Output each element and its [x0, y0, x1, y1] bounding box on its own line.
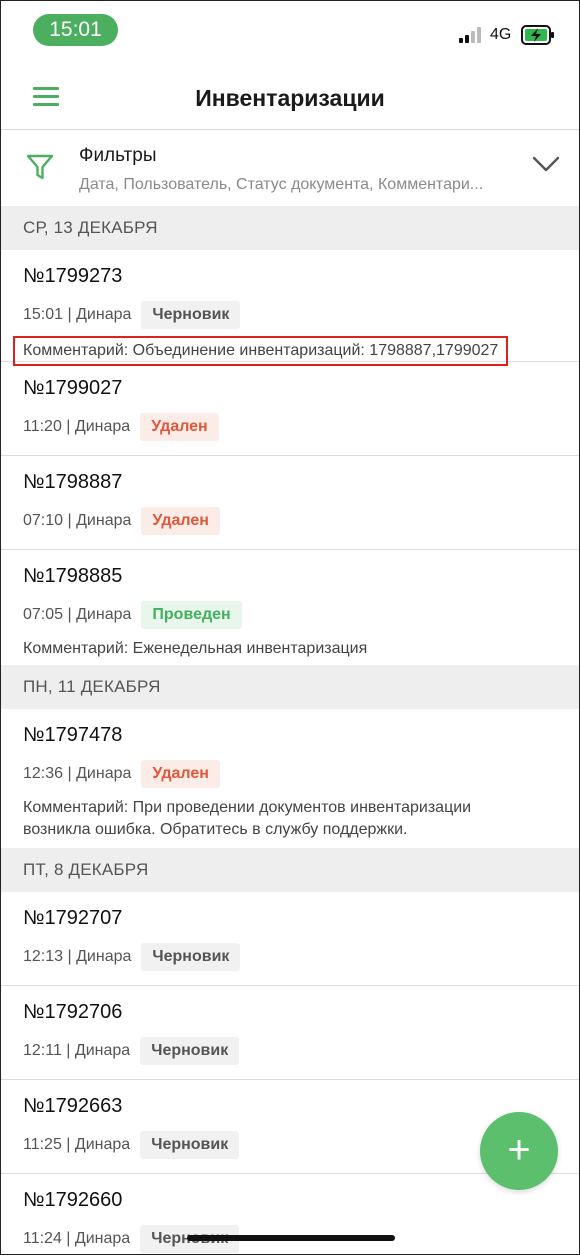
list-item[interactable]: №1797478 12:36 | Динара Удален Комментар… [1, 709, 579, 848]
filters-panel[interactable]: Фильтры Дата, Пользователь, Статус докум… [1, 130, 579, 206]
doc-comment-line: Комментарий: При проведении документов и… [23, 799, 472, 816]
battery-charging-icon [521, 25, 554, 45]
list-item[interactable]: №1799027 11:20 | Динара Удален [1, 362, 579, 456]
add-inventory-button[interactable]: + [480, 1112, 558, 1190]
doc-meta: 07:05 | Динара Проведен [23, 600, 557, 630]
page-title: Инвентаризации [195, 85, 385, 111]
inventory-list: СР, 13 ДЕКАБРЯ №1799273 15:01 | Динара Ч… [1, 206, 579, 1254]
status-badge: Удален [141, 507, 220, 535]
plus-icon: + [507, 1128, 531, 1172]
status-badge: Удален [141, 760, 220, 788]
doc-meta: 07:10 | Динара Удален [23, 506, 557, 536]
app-header: Инвентаризации [1, 61, 579, 130]
list-item[interactable]: №1799273 15:01 | Динара Черновик Коммент… [1, 250, 579, 366]
doc-time-user: 12:13 | Динара [23, 948, 132, 965]
doc-meta: 15:01 | Динара Черновик [23, 300, 557, 330]
status-bar: 15:01 4G [1, 1, 579, 61]
status-time: 15:01 [33, 14, 118, 46]
doc-number: №1799273 [23, 265, 123, 287]
home-indicator [187, 1235, 395, 1241]
list-item[interactable]: №1792706 12:11 | Динара Черновик [1, 986, 579, 1080]
network-type: 4G [490, 26, 512, 43]
date-header: ПН, 11 ДЕКАБРЯ [1, 665, 579, 709]
doc-number: №1792707 [23, 907, 123, 929]
doc-time-user: 11:20 | Динара [23, 418, 131, 435]
status-badge: Удален [140, 413, 219, 441]
list-item[interactable]: №1798885 07:05 | Динара Проведен Коммент… [1, 550, 579, 665]
doc-time-user: 15:01 | Динара [23, 306, 132, 323]
status-badge: Черновик [140, 1131, 240, 1159]
date-header: ПТ, 8 ДЕКАБРЯ [1, 848, 579, 892]
doc-number: №1792663 [23, 1095, 123, 1117]
doc-number: №1792660 [23, 1189, 123, 1211]
doc-number: №1798885 [23, 565, 123, 587]
doc-comment: Комментарий: При проведении документов и… [23, 797, 557, 851]
doc-comment-line: возникла ошибка. Обратитесь в службу под… [23, 821, 408, 838]
doc-time-user: 11:24 | Динара [23, 1230, 131, 1247]
list-item[interactable]: №1792707 12:13 | Динара Черновик [1, 892, 579, 986]
doc-number: №1792706 [23, 1001, 123, 1023]
status-badge: Черновик [141, 301, 241, 329]
doc-number: №1797478 [23, 724, 123, 746]
doc-time-user: 07:10 | Динара [23, 512, 132, 529]
chevron-down-icon[interactable] [532, 155, 560, 173]
status-badge: Проведен [141, 601, 242, 629]
list-item[interactable]: №1798887 07:10 | Динара Удален [1, 456, 579, 550]
doc-time-user: 12:36 | Динара [23, 765, 132, 782]
status-badge: Черновик [140, 1037, 240, 1065]
doc-time-user: 07:05 | Динара [23, 606, 132, 623]
filter-icon [26, 154, 54, 180]
signal-icon [459, 27, 485, 43]
doc-number: №1799027 [23, 377, 123, 399]
doc-meta: 11:25 | Динара Черновик [23, 1130, 557, 1160]
status-badge: Черновик [141, 943, 241, 971]
doc-meta: 12:36 | Динара Удален [23, 759, 557, 789]
doc-comment: Комментарий: Еженедельная инвентаризация [23, 640, 368, 657]
doc-meta: 12:13 | Динара Черновик [23, 942, 557, 972]
doc-time-user: 12:11 | Динара [23, 1042, 131, 1059]
filters-summary: Дата, Пользователь, Статус документа, Ко… [79, 176, 484, 193]
doc-meta: 11:20 | Динара Удален [23, 412, 557, 442]
date-header: СР, 13 ДЕКАБРЯ [1, 206, 579, 250]
app-screen: 15:01 4G Инвентаризации Фильтры Дата, По… [0, 0, 580, 1255]
doc-meta: 12:11 | Динара Черновик [23, 1036, 557, 1066]
doc-time-user: 11:25 | Динара [23, 1136, 131, 1153]
doc-number: №1798887 [23, 471, 123, 493]
filters-title: Фильтры [79, 145, 157, 166]
list-item[interactable]: №1792660 11:24 | Динара Черновик [1, 1174, 579, 1254]
